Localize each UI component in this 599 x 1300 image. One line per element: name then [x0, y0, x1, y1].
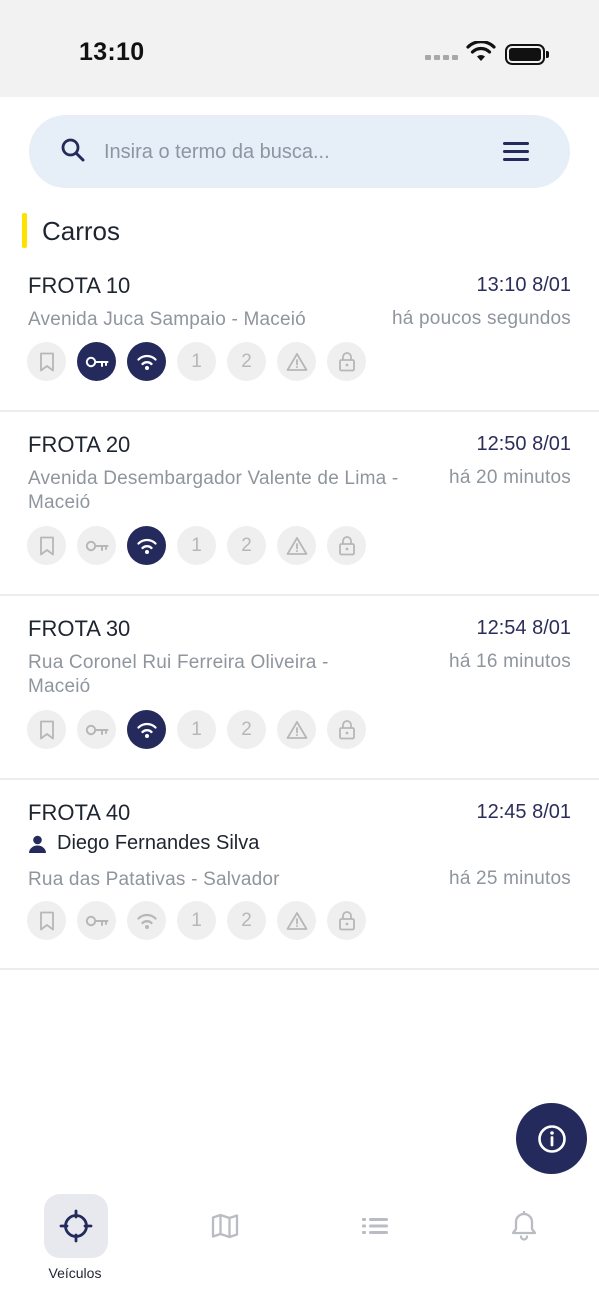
- tab-map[interactable]: [193, 1194, 257, 1258]
- battery-icon: [505, 44, 549, 65]
- bottom-tab-bar: Veículos: [0, 1185, 599, 1300]
- key-icon[interactable]: [77, 526, 116, 565]
- vehicle-last-update: há 16 minutos: [449, 651, 571, 672]
- vehicle-time: 12:54 8/01: [476, 617, 571, 639]
- status-icons: 1 2: [27, 710, 366, 749]
- vehicle-time: 12:45 8/01: [476, 801, 571, 823]
- input-2-indicator[interactable]: 2: [227, 526, 266, 565]
- vehicle-card[interactable]: FROTA 10 13:10 8/01 Avenida Juca Sampaio…: [0, 260, 599, 412]
- status-icons: 1 2: [27, 901, 366, 940]
- vehicle-list: FROTA 10 13:10 8/01 Avenida Juca Sampaio…: [0, 260, 599, 970]
- bookmark-icon[interactable]: [27, 901, 66, 940]
- input-1-indicator[interactable]: 1: [177, 901, 216, 940]
- status-bar: 13:10: [0, 0, 599, 97]
- alert-icon[interactable]: [277, 710, 316, 749]
- key-icon[interactable]: [77, 342, 116, 381]
- section-title: Carros: [42, 216, 121, 246]
- tab-vehicles[interactable]: [44, 1194, 108, 1258]
- key-icon[interactable]: [77, 901, 116, 940]
- status-icons: 1 2: [27, 526, 366, 565]
- tab-vehicles-label: Veículos: [48, 1265, 102, 1281]
- vehicle-last-update: há 25 minutos: [449, 868, 571, 889]
- vehicle-name: FROTA 40: [28, 800, 131, 825]
- list-icon: [362, 1218, 388, 1234]
- alert-icon[interactable]: [277, 526, 316, 565]
- lock-icon[interactable]: [327, 342, 366, 381]
- input-2-indicator[interactable]: 2: [227, 342, 266, 381]
- section-accent-bar: [22, 213, 27, 248]
- vehicle-name: FROTA 10: [28, 273, 131, 298]
- input-2-indicator[interactable]: 2: [227, 901, 266, 940]
- vehicle-address: Avenida Desembargador Valente de Lima - …: [28, 468, 399, 513]
- input-1-indicator[interactable]: 1: [177, 526, 216, 565]
- driver-name: Diego Fernandes Silva: [57, 832, 260, 854]
- vehicle-address: Avenida Juca Sampaio - Maceió: [28, 309, 306, 330]
- vehicle-name: FROTA 20: [28, 432, 131, 457]
- status-time: 13:10: [79, 38, 145, 66]
- cellular-signal-icon: [425, 55, 458, 60]
- search-input[interactable]: [104, 125, 484, 179]
- tab-notifications[interactable]: [492, 1194, 556, 1258]
- lock-icon[interactable]: [327, 710, 366, 749]
- alert-icon[interactable]: [277, 342, 316, 381]
- lock-icon[interactable]: [327, 901, 366, 940]
- vehicle-time: 13:10 8/01: [476, 274, 571, 296]
- wifi-icon[interactable]: [127, 342, 166, 381]
- vehicle-last-update: há 20 minutos: [449, 467, 571, 488]
- vehicle-address: Rua das Patativas - Salvador: [28, 869, 280, 890]
- wifi-status-icon: [466, 41, 496, 61]
- search-icon: [61, 138, 85, 162]
- key-icon[interactable]: [77, 710, 116, 749]
- input-2-indicator[interactable]: 2: [227, 710, 266, 749]
- tab-list[interactable]: [343, 1194, 407, 1258]
- wifi-icon[interactable]: [127, 901, 166, 940]
- info-button[interactable]: [516, 1103, 587, 1174]
- status-icons: 1 2: [27, 342, 366, 381]
- info-icon: [537, 1124, 566, 1153]
- bell-icon: [511, 1211, 537, 1241]
- vehicle-name: FROTA 30: [28, 616, 131, 641]
- wifi-icon[interactable]: [127, 526, 166, 565]
- wifi-icon[interactable]: [127, 710, 166, 749]
- bookmark-icon[interactable]: [27, 526, 66, 565]
- input-1-indicator[interactable]: 1: [177, 710, 216, 749]
- vehicle-card[interactable]: FROTA 30 12:54 8/01 Rua Coronel Rui Ferr…: [0, 596, 599, 780]
- vehicle-address: Rua Coronel Rui Ferreira Oliveira - Mace…: [28, 652, 329, 697]
- vehicle-card[interactable]: FROTA 40 12:45 8/01 Diego Fernandes Silv…: [0, 780, 599, 970]
- lock-icon[interactable]: [327, 526, 366, 565]
- alert-icon[interactable]: [277, 901, 316, 940]
- person-icon: [29, 835, 46, 853]
- input-1-indicator[interactable]: 1: [177, 342, 216, 381]
- map-icon: [211, 1213, 239, 1239]
- vehicle-time: 12:50 8/01: [476, 433, 571, 455]
- bookmark-icon[interactable]: [27, 710, 66, 749]
- crosshair-icon: [59, 1209, 93, 1243]
- bookmark-icon[interactable]: [27, 342, 66, 381]
- vehicle-driver: Diego Fernandes Silva: [28, 832, 259, 855]
- vehicle-card[interactable]: FROTA 20 12:50 8/01 Avenida Desembargado…: [0, 412, 599, 596]
- vehicle-last-update: há poucos segundos: [392, 308, 571, 329]
- menu-icon[interactable]: [502, 141, 530, 163]
